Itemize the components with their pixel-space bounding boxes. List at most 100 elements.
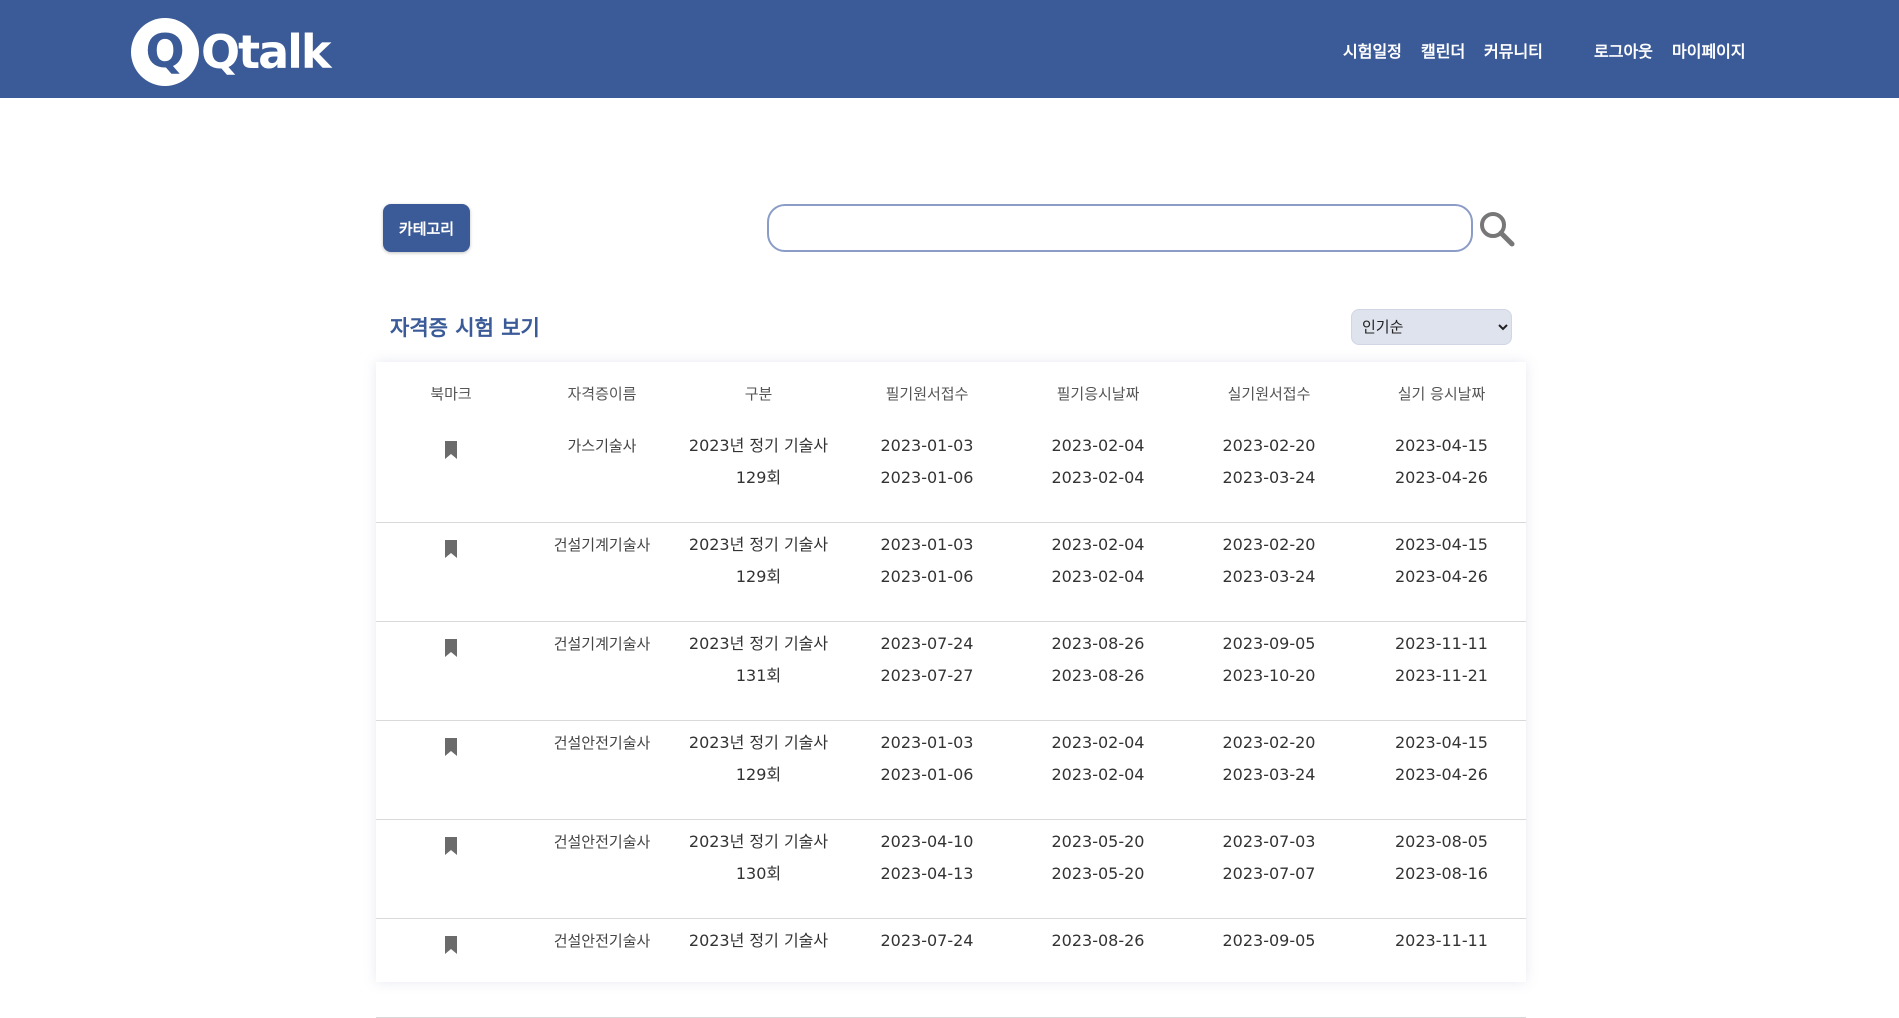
exam-table: 북마크 자격증이름 구분 필기원서접수 필기응시날짜 실기원서접수 실기 응시날… [376, 362, 1526, 1018]
sort-select[interactable]: 인기순 [1351, 309, 1512, 345]
practical-apply-cell: 2023-09-05 2023-10-20 [1181, 621, 1357, 721]
bookmark-cell [376, 720, 526, 820]
written-exam-cell: 2023-02-04 2023-02-04 [1015, 720, 1181, 820]
bookmark-icon[interactable] [444, 933, 458, 965]
bookmark-cell [376, 621, 526, 721]
practical-exam-start: 2023-08-05 [1395, 832, 1488, 851]
cert-name[interactable]: 건설안전기술사 [526, 820, 678, 858]
practical-exam-cell: 2023-04-15 2023-04-26 [1357, 424, 1526, 523]
col-header-cert-name[interactable]: 자격증이름 [526, 362, 678, 424]
cert-name-cell: 건설안전기술사 [526, 819, 678, 919]
written-apply-cell: 2023-04-10 2023-04-13 [839, 819, 1015, 919]
written-apply-cell: 2023-07-24 [839, 918, 1015, 1018]
practical-apply-end: 2023-10-20 [1222, 666, 1316, 685]
practical-exam-cell: 2023-11-11 [1357, 918, 1526, 1018]
written-exam-start: 2023-02-04 [1051, 733, 1145, 752]
cert-name-cell: 건설기계기술사 [526, 621, 678, 721]
written-apply-end: 2023-01-06 [880, 567, 974, 586]
practical-exam-cell: 2023-04-15 2023-04-26 [1357, 720, 1526, 820]
type-cell: 2023년 정기 기술사 131회 [678, 621, 839, 721]
nav-community[interactable]: 커뮤니티 [1484, 38, 1543, 62]
cert-name[interactable]: 건설안전기술사 [526, 919, 678, 957]
col-header-written-apply[interactable]: 필기원서접수 [839, 362, 1015, 424]
practical-apply-start: 2023-09-05 [1222, 634, 1316, 653]
practical-exam-cell: 2023-11-11 2023-11-21 [1357, 621, 1526, 721]
bookmark-icon[interactable] [444, 834, 458, 866]
col-header-written-exam[interactable]: 필기응시날짜 [1015, 362, 1181, 424]
col-header-practical-exam[interactable]: 실기 응시날짜 [1357, 362, 1526, 424]
written-exam-end: 2023-02-04 [1051, 567, 1145, 586]
exam-type: 2023년 정기 기술사 [688, 733, 829, 752]
written-exam-start: 2023-05-20 [1051, 832, 1145, 851]
nav-mypage[interactable]: 마이페이지 [1672, 38, 1746, 62]
practical-apply-end: 2023-03-24 [1222, 567, 1316, 586]
practical-exam-start: 2023-11-11 [1395, 931, 1488, 950]
bookmark-icon[interactable] [444, 537, 458, 569]
cert-name-cell: 가스기술사 [526, 424, 678, 523]
table-row[interactable]: 건설안전기술사 2023년 정기 기술사 2023-07-24 2023-08-26 2… [376, 918, 1526, 1018]
table-row[interactable]: 건설기계기술사 2023년 정기 기술사 131회 2023-07-24 2023-07… [376, 621, 1526, 721]
table-row[interactable]: 가스기술사 2023년 정기 기술사 129회 2023-01-03 2023-01-0… [376, 424, 1526, 523]
bookmark-icon[interactable] [444, 636, 458, 668]
practical-apply-start: 2023-07-03 [1222, 832, 1316, 851]
search-icon[interactable] [1478, 210, 1516, 248]
nav-logout[interactable]: 로그아웃 [1594, 38, 1653, 62]
page-title: 자격증 시험 보기 [390, 316, 540, 340]
written-exam-start: 2023-02-04 [1051, 535, 1145, 554]
nav-calendar[interactable]: 캘린더 [1421, 38, 1465, 62]
written-apply-end: 2023-01-06 [880, 468, 974, 487]
search-input[interactable] [767, 204, 1473, 252]
category-button[interactable]: 카테고리 [383, 204, 470, 252]
bookmark-cell [376, 522, 526, 622]
table-row[interactable]: 건설안전기술사 2023년 정기 기술사 130회 2023-04-10 2023-04… [376, 819, 1526, 919]
practical-exam-end: 2023-04-26 [1395, 468, 1488, 487]
cert-name-cell: 건설기계기술사 [526, 522, 678, 622]
practical-apply-end: 2023-07-07 [1222, 864, 1316, 883]
table-row[interactable]: 건설안전기술사 2023년 정기 기술사 129회 2023-01-03 2023-01… [376, 720, 1526, 820]
practical-exam-cell: 2023-04-15 2023-04-26 [1357, 522, 1526, 622]
col-header-practical-apply[interactable]: 실기원서접수 [1181, 362, 1357, 424]
exam-round: 129회 [735, 567, 782, 586]
table-header-row: 북마크 자격증이름 구분 필기원서접수 필기응시날짜 실기원서접수 실기 응시날… [376, 362, 1526, 424]
practical-apply-start: 2023-02-20 [1222, 733, 1316, 752]
practical-apply-start: 2023-02-20 [1222, 535, 1316, 554]
practical-exam-end: 2023-08-16 [1395, 864, 1488, 883]
exam-round: 130회 [735, 864, 782, 883]
written-exam-end: 2023-02-04 [1051, 765, 1145, 784]
cert-name[interactable]: 가스기술사 [526, 424, 678, 462]
written-apply-cell: 2023-01-03 2023-01-06 [839, 720, 1015, 820]
practical-apply-end: 2023-03-24 [1222, 765, 1316, 784]
nav-exam-schedule[interactable]: 시험일정 [1343, 38, 1402, 62]
practical-exam-start: 2023-04-15 [1395, 436, 1488, 455]
top-header: Q Qtalk 시험일정 캘린더 커뮤니티 로그아웃 마이페이지 [0, 0, 1899, 98]
practical-exam-end: 2023-04-26 [1395, 765, 1488, 784]
bookmark-cell [376, 819, 526, 919]
written-exam-cell: 2023-08-26 2023-08-26 [1015, 621, 1181, 721]
bookmark-cell [376, 918, 526, 1018]
type-cell: 2023년 정기 기술사 130회 [678, 819, 839, 919]
cert-name[interactable]: 건설기계기술사 [526, 523, 678, 561]
written-apply-start: 2023-01-03 [880, 535, 974, 554]
bookmark-icon[interactable] [444, 735, 458, 767]
type-cell: 2023년 정기 기술사 129회 [678, 424, 839, 523]
written-exam-end: 2023-05-20 [1051, 864, 1145, 883]
practical-apply-start: 2023-02-20 [1222, 436, 1316, 455]
cert-name[interactable]: 건설기계기술사 [526, 622, 678, 660]
written-apply-start: 2023-07-24 [880, 931, 974, 950]
col-header-type[interactable]: 구분 [678, 362, 839, 424]
exam-type: 2023년 정기 기술사 [688, 832, 829, 851]
col-header-bookmark[interactable]: 북마크 [376, 362, 526, 424]
qtalk-logo[interactable]: Q Qtalk [131, 18, 331, 86]
written-apply-cell: 2023-01-03 2023-01-06 [839, 424, 1015, 523]
cert-name[interactable]: 건설안전기술사 [526, 721, 678, 759]
written-exam-cell: 2023-02-04 2023-02-04 [1015, 522, 1181, 622]
exam-type: 2023년 정기 기술사 [688, 634, 829, 653]
practical-exam-end: 2023-11-21 [1395, 666, 1488, 685]
written-apply-start: 2023-07-24 [880, 634, 974, 653]
written-exam-end: 2023-08-26 [1051, 666, 1145, 685]
bookmark-icon[interactable] [444, 438, 458, 470]
table-row[interactable]: 건설기계기술사 2023년 정기 기술사 129회 2023-01-03 2023-01… [376, 522, 1526, 622]
practical-apply-cell: 2023-07-03 2023-07-07 [1181, 819, 1357, 919]
bookmark-cell [376, 424, 526, 523]
exam-round: 129회 [735, 765, 782, 784]
